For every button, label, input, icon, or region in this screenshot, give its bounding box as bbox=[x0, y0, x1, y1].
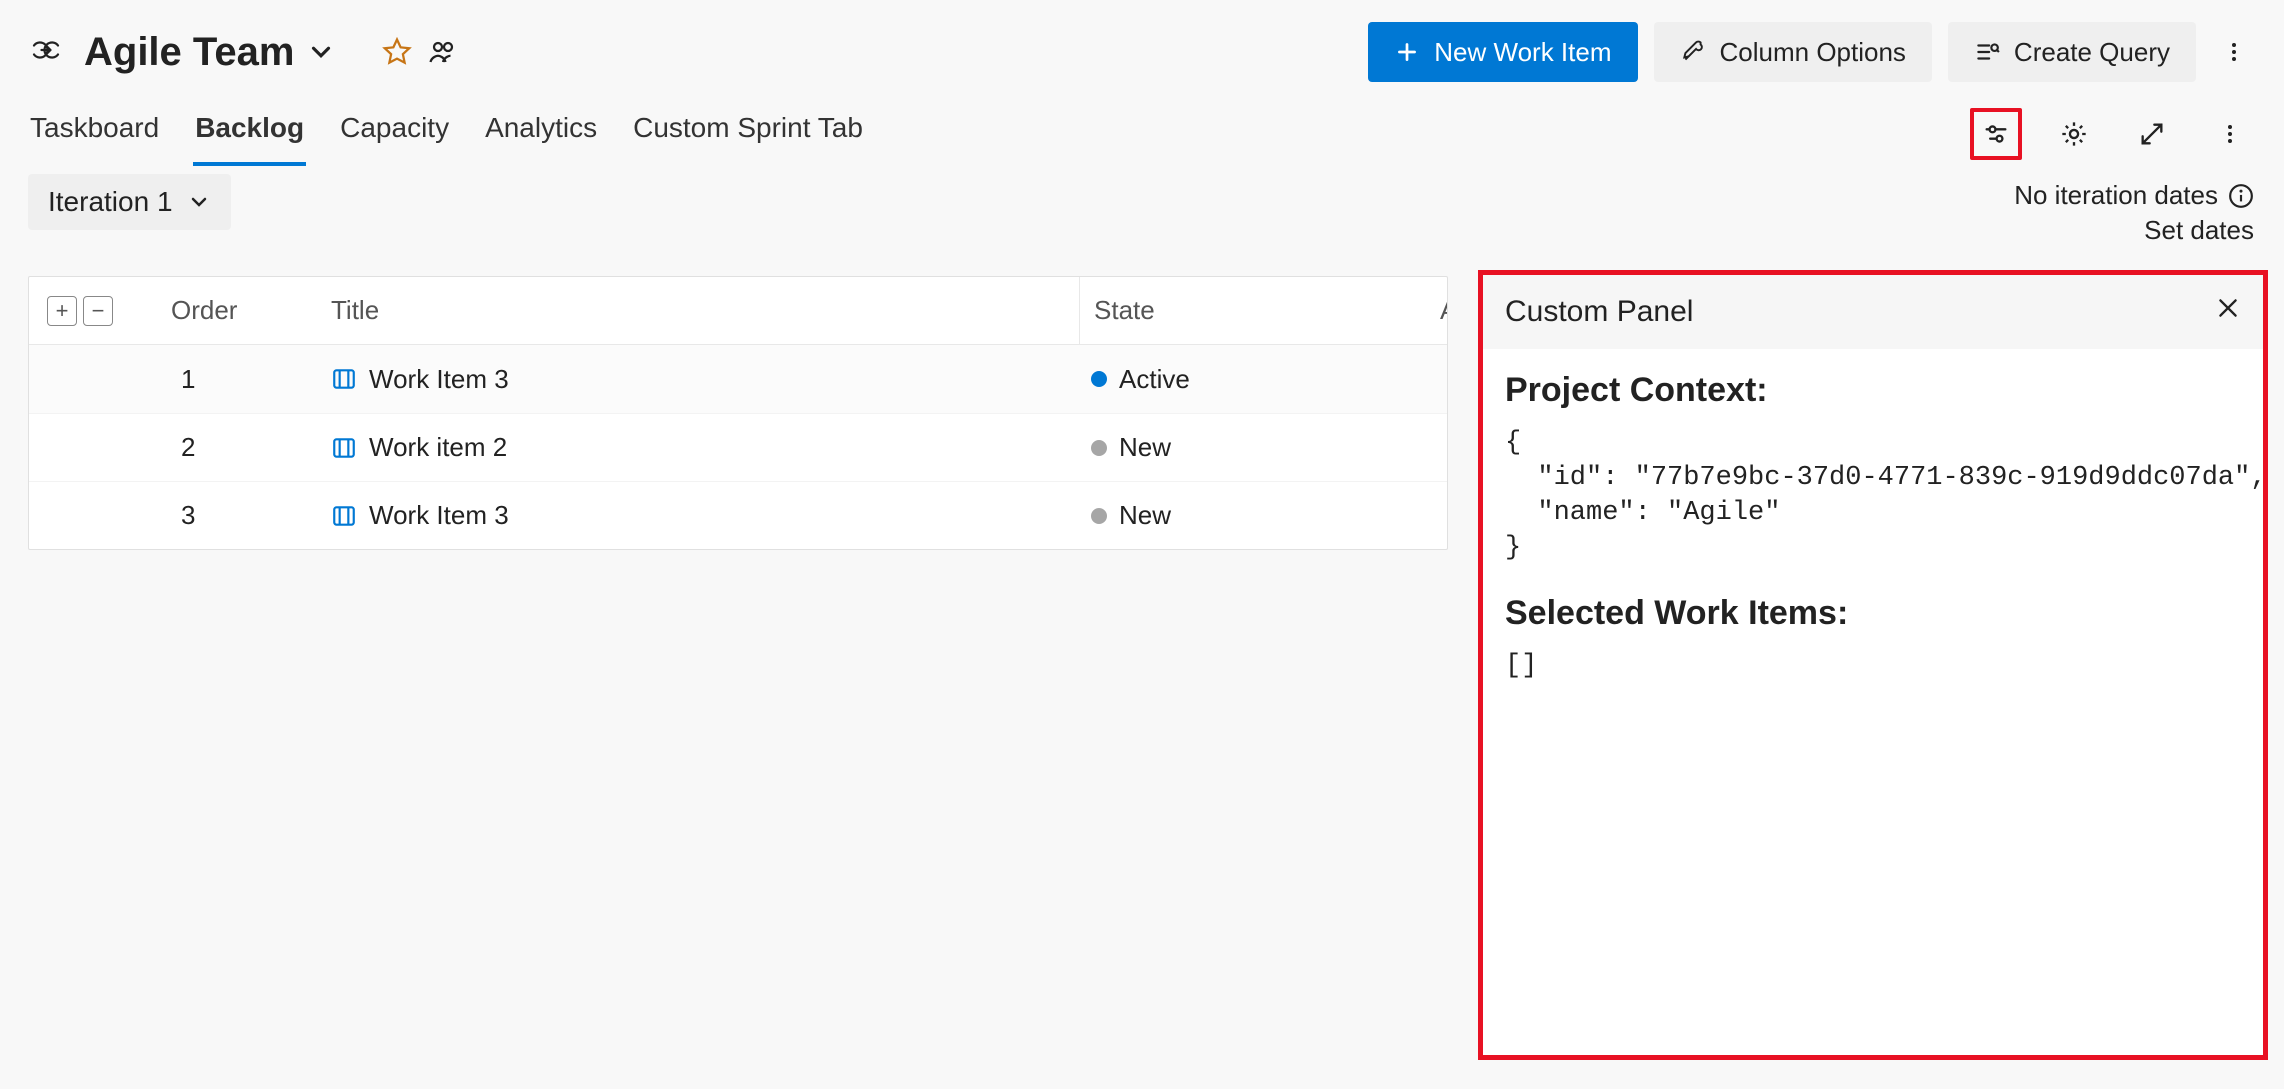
view-more-icon[interactable] bbox=[2204, 108, 2256, 160]
column-order[interactable]: Order bbox=[159, 295, 319, 326]
tab-taskboard[interactable]: Taskboard bbox=[28, 102, 161, 166]
collapse-all-button[interactable]: − bbox=[83, 296, 113, 326]
title-cell[interactable]: Work Item 3 bbox=[319, 500, 1079, 531]
column-title[interactable]: Title bbox=[319, 295, 1079, 326]
custom-panel: Custom Panel Project Context: { "id": "7… bbox=[1478, 270, 2268, 1060]
new-work-item-button[interactable]: New Work Item bbox=[1368, 22, 1637, 82]
settings-gear-icon[interactable] bbox=[2048, 108, 2100, 160]
people-icon[interactable] bbox=[428, 37, 458, 67]
column-options-button[interactable]: Column Options bbox=[1654, 22, 1932, 82]
create-query-button[interactable]: Create Query bbox=[1948, 22, 2196, 82]
tab-backlog[interactable]: Backlog bbox=[193, 102, 306, 166]
team-name[interactable]: Agile Team bbox=[84, 30, 294, 75]
tab-bar: Taskboard Backlog Capacity Analytics Cus… bbox=[28, 102, 865, 166]
tab-capacity[interactable]: Capacity bbox=[338, 102, 451, 166]
backlog-grid: + − Order Title State Assigned 1 Work It… bbox=[28, 276, 1448, 550]
expand-all-button[interactable]: + bbox=[47, 296, 77, 326]
new-work-item-label: New Work Item bbox=[1434, 37, 1611, 68]
close-icon[interactable] bbox=[2215, 295, 2241, 329]
create-query-label: Create Query bbox=[2014, 37, 2170, 68]
assigned-cell: Dan H bbox=[1359, 364, 1448, 395]
team-icon bbox=[28, 34, 64, 71]
more-actions-icon[interactable] bbox=[2212, 30, 2256, 74]
panel-title: Custom Panel bbox=[1505, 295, 1693, 329]
selected-items-heading: Selected Work Items: bbox=[1505, 594, 2241, 633]
tab-custom-sprint[interactable]: Custom Sprint Tab bbox=[631, 102, 865, 166]
column-options-label: Column Options bbox=[1720, 37, 1906, 68]
table-row[interactable]: 3 Work Item 3 New bbox=[29, 481, 1447, 549]
state-cell: New bbox=[1079, 500, 1359, 531]
project-context-json: { "id": "77b7e9bc-37d0-4771-839c-919d9dd… bbox=[1505, 426, 2241, 566]
selected-items-json: [] bbox=[1505, 649, 2241, 684]
info-icon[interactable] bbox=[2228, 183, 2254, 209]
filter-settings-icon[interactable] bbox=[1970, 108, 2022, 160]
state-cell: New bbox=[1079, 432, 1359, 463]
iteration-selector[interactable]: Iteration 1 bbox=[28, 174, 231, 230]
favorite-star-icon[interactable] bbox=[382, 37, 412, 67]
set-dates-link[interactable]: Set dates bbox=[2144, 215, 2254, 246]
column-state[interactable]: State bbox=[1079, 277, 1359, 344]
order-cell: 3 bbox=[159, 500, 319, 531]
order-cell: 2 bbox=[159, 432, 319, 463]
tab-analytics[interactable]: Analytics bbox=[483, 102, 599, 166]
project-context-heading: Project Context: bbox=[1505, 371, 2241, 410]
order-cell: 1 bbox=[159, 364, 319, 395]
title-cell[interactable]: Work item 2 bbox=[319, 432, 1079, 463]
fullscreen-icon[interactable] bbox=[2126, 108, 2178, 160]
table-row[interactable]: 2 Work item 2 New bbox=[29, 413, 1447, 481]
table-row[interactable]: 1 Work Item 3 Active Dan H bbox=[29, 345, 1447, 413]
chevron-down-icon[interactable] bbox=[306, 37, 336, 67]
column-assigned[interactable]: Assigned bbox=[1359, 295, 1448, 326]
state-cell: Active bbox=[1079, 364, 1359, 395]
iteration-label: Iteration 1 bbox=[48, 186, 173, 218]
no-iteration-dates-label: No iteration dates bbox=[2014, 180, 2218, 211]
title-cell[interactable]: Work Item 3 bbox=[319, 364, 1079, 395]
